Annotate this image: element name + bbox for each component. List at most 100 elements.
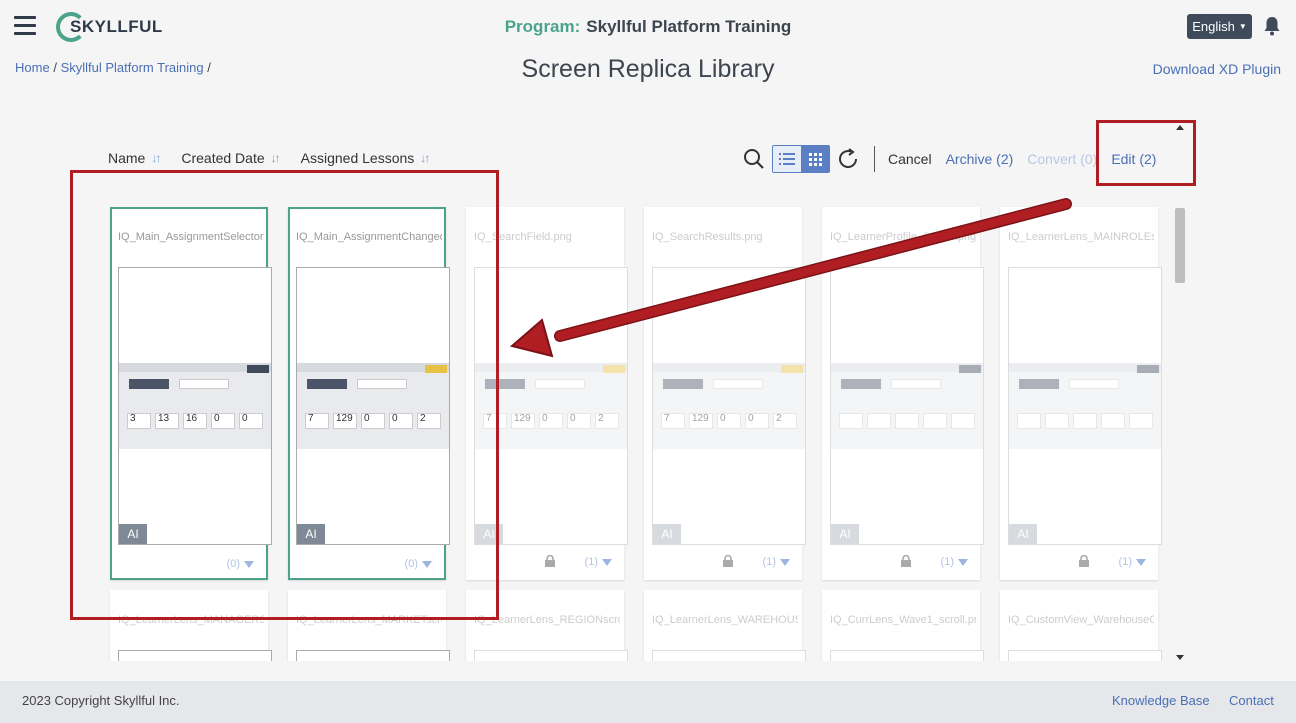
program-name: Skyllful Platform Training (586, 17, 792, 36)
ai-badge: AI (831, 524, 859, 544)
toolbar-divider (874, 146, 875, 172)
card-thumbnail[interactable] (830, 650, 984, 661)
scrollbar-thumb[interactable] (1175, 208, 1185, 283)
sort-assigned-label: Assigned Lessons (300, 150, 415, 166)
preview-stat: 2 (595, 413, 619, 429)
lock-icon (1079, 555, 1089, 567)
card-thumbnail[interactable] (1008, 650, 1162, 661)
screen-preview: 7 129 0 0 2 (653, 363, 805, 449)
card-filename: IQ_CurrLens_Wave1_scroll.png (830, 614, 976, 626)
refresh-icon[interactable] (834, 145, 862, 173)
preview-stat (951, 413, 975, 429)
card-filename: IQ_LearnerLens_MAINROLEscroll (1008, 231, 1154, 243)
assigned-count: (1) (762, 556, 776, 568)
sort-bar: Name ↓↑ Created Date ↓↑ Assigned Lessons ↓↑ (108, 150, 431, 166)
card-thumbnail[interactable]: 7 129 0 0 2 AI (652, 267, 806, 545)
download-xd-plugin-link[interactable]: Download XD Plugin (1153, 61, 1281, 77)
preview-stat: 0 (745, 413, 769, 429)
sort-by-name[interactable]: Name ↓↑ (108, 150, 161, 166)
language-dropdown[interactable]: English ▼ (1187, 14, 1252, 39)
preview-stat: 2 (773, 413, 797, 429)
annotation-highlight-edit-button (1096, 120, 1196, 186)
ai-badge: AI (653, 524, 681, 544)
preview-stat (1129, 413, 1153, 429)
view-toggle (772, 145, 830, 173)
preview-stat: 129 (511, 413, 535, 429)
grid-view-icon[interactable] (801, 146, 829, 172)
preview-stat: 0 (717, 413, 741, 429)
copyright-text: 2023 Copyright Skyllful Inc. (22, 693, 180, 708)
sort-created-label: Created Date (181, 150, 265, 166)
preview-stat (867, 413, 891, 429)
screen-replica-card[interactable]: IQ_CurrLens_Wave1_scroll.png (822, 590, 984, 661)
sort-arrows-icon: ↓↑ (270, 151, 281, 165)
assigned-count-dropdown[interactable]: (1) (763, 556, 790, 568)
assigned-count: (1) (1118, 556, 1132, 568)
lock-icon (545, 555, 555, 567)
page-title: Screen Replica Library (521, 55, 775, 83)
list-view-icon[interactable] (773, 146, 801, 172)
program-heading: Program: Skyllful Platform Training (0, 17, 1296, 37)
preview-stat: 0 (539, 413, 563, 429)
language-label: English (1192, 19, 1235, 34)
screen-replica-card[interactable]: IQ_CustomView_WarehouseCreate (1000, 590, 1162, 661)
lock-icon (723, 555, 733, 567)
screen-preview (1009, 363, 1161, 449)
convert-button[interactable]: Convert (0) (1027, 151, 1097, 167)
screen-preview (831, 363, 983, 449)
screen-replica-card[interactable]: IQ_SearchResults.png 7 129 0 0 2 AI (1) (644, 207, 806, 580)
notification-bell-icon[interactable] (1263, 16, 1281, 36)
preview-stat (839, 413, 863, 429)
preview-stat (895, 413, 919, 429)
screen-replica-card[interactable]: IQ_LearnerProfile_Stores.png AI (1) (822, 207, 984, 580)
sort-by-created-date[interactable]: Created Date ↓↑ (181, 150, 281, 166)
preview-stat: 0 (567, 413, 591, 429)
search-icon[interactable] (740, 145, 768, 173)
lock-icon (901, 555, 911, 567)
sort-arrows-icon: ↓↑ (420, 151, 430, 165)
preview-stat (923, 413, 947, 429)
sort-arrows-icon: ↓↑ (151, 151, 161, 165)
screen-replica-card[interactable]: IQ_LearnerLens_WAREHOUSEscroll (644, 590, 806, 661)
card-thumbnail[interactable] (652, 650, 806, 661)
grid-scrollbar[interactable] (1175, 125, 1185, 660)
card-thumbnail[interactable] (296, 650, 450, 661)
card-filename: IQ_LearnerProfile_Stores.png (830, 231, 976, 243)
preview-stat (1073, 413, 1097, 429)
card-thumbnail[interactable]: AI (830, 267, 984, 545)
page-footer: 2023 Copyright Skyllful Inc. Knowledge B… (0, 681, 1296, 723)
card-filename: IQ_SearchResults.png (652, 231, 763, 243)
preview-stat (1017, 413, 1041, 429)
assigned-count-dropdown[interactable]: (1) (941, 556, 968, 568)
caret-down-icon (602, 558, 612, 566)
caret-down-icon (958, 558, 968, 566)
caret-down-icon: ▼ (1238, 22, 1247, 31)
assigned-count-dropdown[interactable]: (1) (1119, 556, 1146, 568)
annotation-highlight-selected-cards (70, 170, 499, 620)
preview-stat (1101, 413, 1125, 429)
knowledge-base-link[interactable]: Knowledge Base (1112, 693, 1210, 708)
preview-stat: 129 (689, 413, 713, 429)
caret-down-icon (1136, 558, 1146, 566)
assigned-count-dropdown[interactable]: (1) (585, 556, 612, 568)
program-label: Program: (504, 17, 581, 36)
screen-replica-card[interactable]: IQ_LearnerLens_MAINROLEscroll AI (1) (1000, 207, 1162, 580)
card-filename: IQ_LearnerLens_WAREHOUSEscroll (652, 614, 798, 626)
preview-stat: 7 (661, 413, 685, 429)
sort-name-label: Name (108, 150, 146, 166)
preview-stat (1045, 413, 1069, 429)
ai-badge: AI (1009, 524, 1037, 544)
card-thumbnail[interactable] (118, 650, 272, 661)
card-thumbnail[interactable]: AI (1008, 267, 1162, 545)
sort-by-assigned-lessons[interactable]: Assigned Lessons ↓↑ (300, 150, 431, 166)
archive-button[interactable]: Archive (2) (946, 151, 1014, 167)
app-header: SKYLLFUL Program: Skyllful Platform Train… (0, 0, 1296, 100)
assigned-count: (1) (584, 556, 598, 568)
contact-link[interactable]: Contact (1229, 693, 1274, 708)
scroll-down-icon[interactable] (1176, 655, 1184, 660)
card-thumbnail[interactable] (474, 650, 628, 661)
cancel-button[interactable]: Cancel (888, 151, 932, 167)
assigned-count: (1) (940, 556, 954, 568)
caret-down-icon (780, 558, 790, 566)
card-filename: IQ_CustomView_WarehouseCreate (1008, 614, 1154, 626)
